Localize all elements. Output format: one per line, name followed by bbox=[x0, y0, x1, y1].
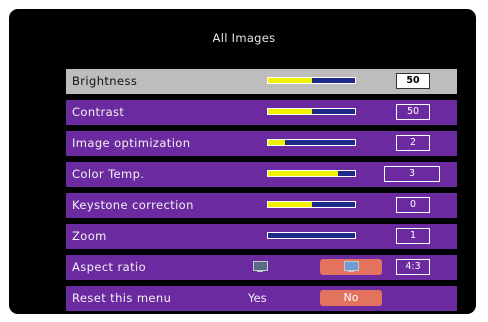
row-label: Aspect ratio bbox=[72, 260, 147, 274]
row-label: Image optimization bbox=[72, 136, 191, 150]
row-label: Contrast bbox=[72, 105, 125, 119]
zoom-value: 1 bbox=[396, 228, 430, 244]
monitor-widescreen-icon[interactable] bbox=[343, 261, 359, 272]
color-temp-value: 3 bbox=[384, 166, 440, 182]
row-label: Zoom bbox=[72, 229, 107, 243]
contrast-value: 50 bbox=[396, 104, 430, 120]
image-optimization-value: 2 bbox=[396, 135, 430, 151]
row-label: Reset this menu bbox=[72, 291, 172, 305]
slider-fill bbox=[268, 78, 312, 83]
aspect-ratio-value: 4:3 bbox=[396, 259, 430, 275]
keystone-value: 0 bbox=[396, 197, 430, 213]
slider-fill bbox=[268, 140, 286, 145]
image-optimization-slider[interactable] bbox=[267, 139, 356, 146]
menu-row-image-optimization[interactable]: Image optimization 2 bbox=[66, 131, 457, 156]
monitor-4-3-icon[interactable] bbox=[252, 261, 268, 272]
menu-title: All Images bbox=[212, 31, 276, 45]
menu-row-brightness[interactable]: Brightness 50 bbox=[66, 69, 457, 94]
menu-row-contrast[interactable]: Contrast 50 bbox=[66, 100, 457, 125]
menu-row-keystone-correction[interactable]: Keystone correction 0 bbox=[66, 193, 457, 218]
row-label: Keystone correction bbox=[72, 198, 194, 212]
slider-fill bbox=[268, 171, 338, 176]
color-temp-slider[interactable] bbox=[267, 170, 356, 177]
menu-row-zoom[interactable]: Zoom 1 bbox=[66, 224, 457, 249]
slider-fill bbox=[268, 202, 312, 207]
row-label: Color Temp. bbox=[72, 167, 145, 181]
brightness-value: 50 bbox=[396, 73, 430, 89]
brightness-slider[interactable] bbox=[267, 77, 356, 84]
zoom-slider[interactable] bbox=[267, 232, 356, 239]
reset-no-option[interactable]: No bbox=[320, 290, 382, 306]
menu-row-reset[interactable]: Reset this menu Yes No bbox=[66, 286, 457, 311]
row-label: Brightness bbox=[72, 74, 138, 88]
menu-row-aspect-ratio[interactable]: Aspect ratio 4:3 bbox=[66, 255, 457, 280]
slider-fill bbox=[268, 109, 312, 114]
contrast-slider[interactable] bbox=[267, 108, 356, 115]
reset-yes-option[interactable]: Yes bbox=[248, 286, 267, 310]
menu-row-color-temp[interactable]: Color Temp. 3 bbox=[66, 162, 457, 187]
keystone-slider[interactable] bbox=[267, 201, 356, 208]
